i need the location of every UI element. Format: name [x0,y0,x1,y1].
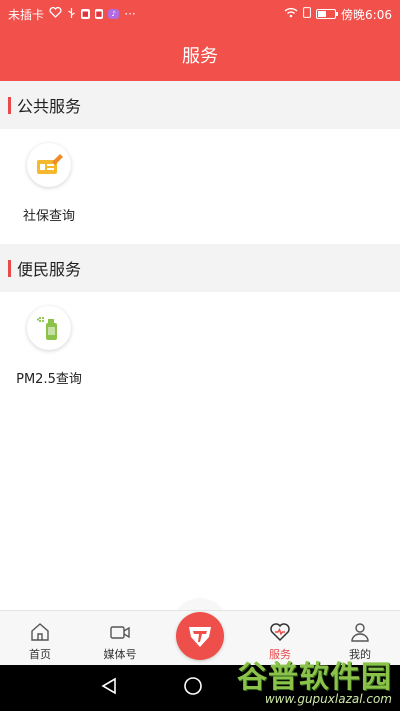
wifi-icon [284,7,298,21]
air-quality-spray-icon [27,306,71,350]
page-title: 服务 [182,45,218,67]
heart-service-icon [270,623,290,642]
section-accent-bar [8,259,11,277]
section-header-public: 公共服务 [0,81,400,129]
nav-item-media[interactable]: 媒体号 [80,611,160,665]
nav-item-service[interactable]: 服务 [240,611,320,665]
status-right: 傍晚6:06 [284,6,392,23]
store-badge-icon: ■ [94,9,104,19]
usb-icon [67,7,76,22]
app-badge-icon: ■ [81,9,90,19]
center-logo-icon [189,627,211,647]
nav-item-profile[interactable]: 我的 [320,611,400,665]
heart-rate-icon [49,6,62,21]
clock-text: 傍晚6:06 [341,7,392,22]
user-icon [351,623,369,642]
service-item-social-security[interactable]: 社保查询 [11,143,87,224]
nav-label: 服务 [269,648,291,661]
back-triangle-icon[interactable] [100,677,118,699]
app-header: 服务 [0,28,400,81]
service-item-pm25[interactable]: PM2.5查询 [11,306,87,387]
sim-icon [303,7,311,21]
section-title: 便民服务 [17,260,82,279]
service-label: PM2.5查询 [16,372,82,387]
video-camera-icon [110,626,130,639]
system-nav [0,665,400,711]
music-icon: ♪ [108,9,120,19]
section-header-convenience: 便民服务 [0,244,400,292]
section-accent-bar [8,96,11,114]
nav-label: 首页 [29,648,51,661]
section-title: 公共服务 [17,97,82,116]
service-label: 社保查询 [22,209,75,224]
battery-icon [316,9,339,19]
nav-label: 我的 [349,648,371,661]
more-dots-icon: ··· [124,7,136,21]
status-bar: 未插卡 ■ ■ ♪ ··· 傍晚6:06 [0,0,400,28]
status-left: 未插卡 ■ ■ ♪ ··· [8,6,136,23]
nav-label: 媒体号 [103,648,137,661]
social-security-card-icon [27,143,71,187]
carrier-text: 未插卡 [8,7,45,22]
home-icon [31,623,49,641]
home-circle-icon[interactable] [183,676,203,700]
nav-item-home[interactable]: 首页 [0,611,80,665]
center-logo-button[interactable] [176,612,224,660]
